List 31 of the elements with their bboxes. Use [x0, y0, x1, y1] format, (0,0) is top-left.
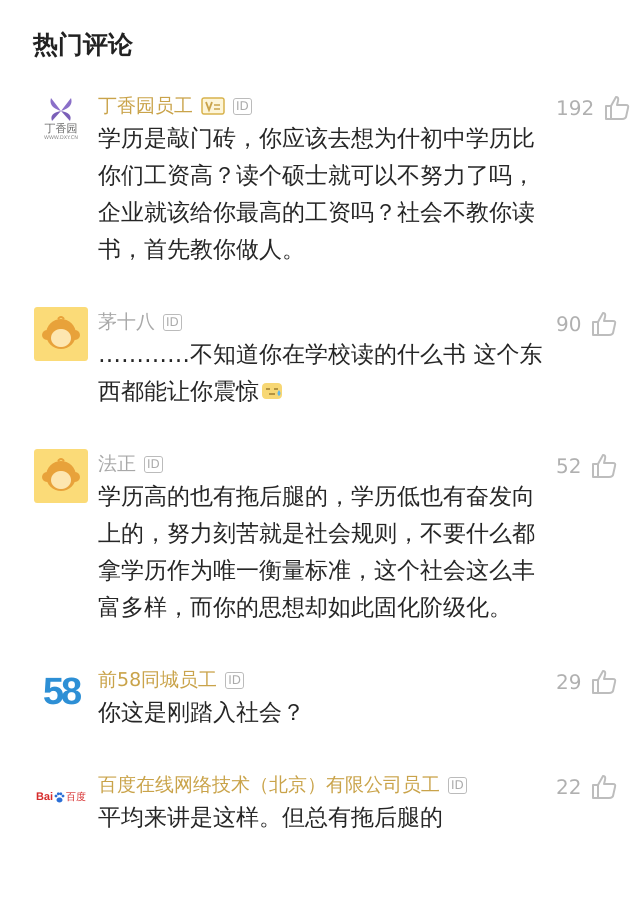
user-name[interactable]: 茅十八 [98, 309, 155, 335]
id-tag: ID [163, 314, 182, 330]
comment-text: 平均来讲是这样。但总有拖后腿的 [98, 804, 444, 833]
logo-text: 百度 [66, 790, 86, 804]
like-count: 22 [556, 775, 582, 799]
user-name[interactable]: 法正 [98, 451, 136, 477]
like-count: 192 [556, 96, 594, 120]
id-tag: ID [233, 98, 252, 114]
like-count: 90 [556, 312, 582, 336]
thumbs-up-icon[interactable] [591, 774, 618, 800]
id-tag: ID [448, 776, 467, 794]
section-title: 热门评论 [32, 29, 134, 61]
comment-text: …………不知道你在学校读的什么书 这个东西都能让你震惊 [98, 341, 544, 407]
comment-text: 学历是敲门砖，你应该去想为什初中学历比你们工资高？读个硕士就可以不努力了吗，企业就该给你最高的工资吗？社会不教你读书，首先教你做人。 [98, 125, 536, 265]
id-tag: ID [225, 672, 244, 688]
id-tag: ID [144, 456, 163, 472]
logo-text: 丁香园 [44, 123, 78, 135]
logo-text: 58 [42, 670, 80, 714]
thumbs-up-icon[interactable] [591, 669, 618, 695]
comment-text: 学历高的也有拖后腿的，学历低也有奋发向上的，努力刻苦就是社会规则，不要什么都拿学历作为唯一衡量标准，这个社会这么丰富多样，而你的思想却如此固化阶级化。 [98, 483, 536, 623]
thumbs-up-icon[interactable] [604, 95, 630, 121]
like-count: 29 [556, 670, 582, 694]
comment-text: 你这是刚踏入社会？ [98, 699, 306, 728]
like-count: 52 [556, 454, 582, 478]
user-name[interactable]: 百度在线网络技术（北京）有限公司员工 [98, 772, 440, 798]
thumbs-up-icon[interactable] [591, 453, 618, 479]
user-name[interactable]: 丁香园员工 [98, 93, 193, 119]
thumbs-up-icon[interactable] [591, 311, 618, 337]
user-name[interactable]: 前58同城员工 [98, 667, 218, 693]
logo-text: Bai [36, 791, 54, 803]
paw-icon [54, 792, 66, 802]
